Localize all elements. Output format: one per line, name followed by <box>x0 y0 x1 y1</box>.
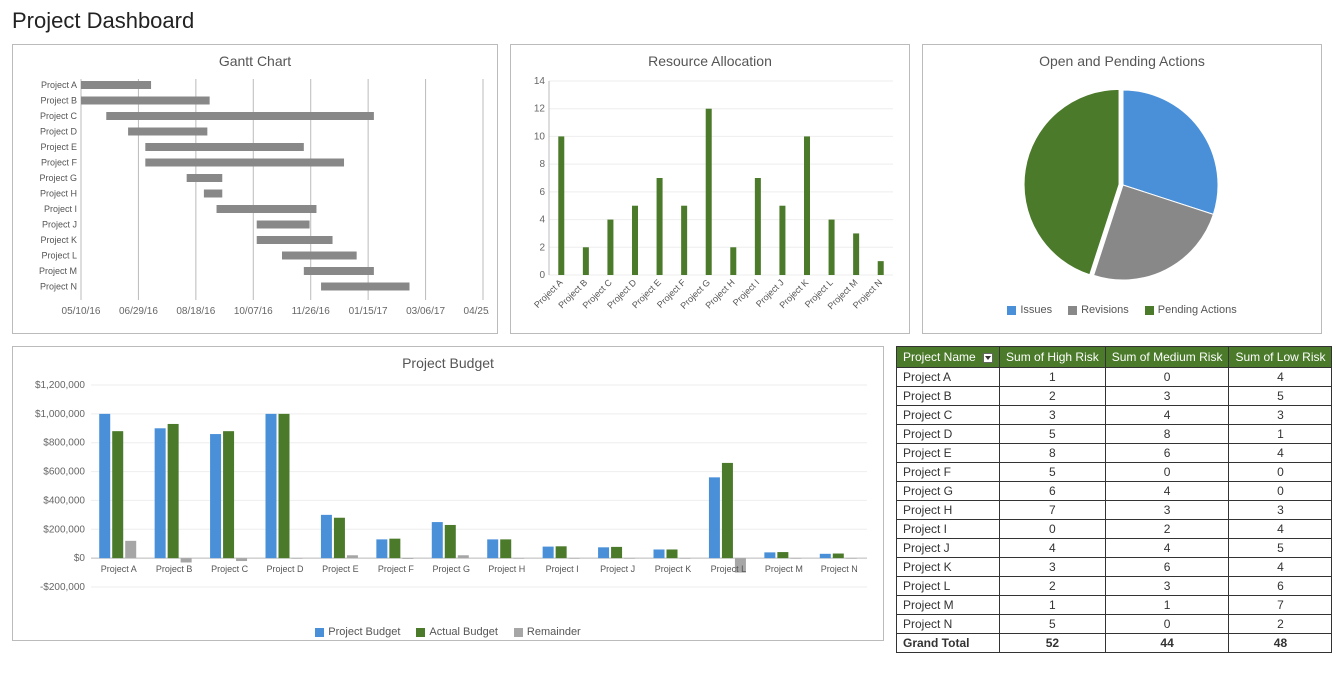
svg-text:08/18/16: 08/18/16 <box>176 306 215 317</box>
svg-text:Project A: Project A <box>101 564 137 574</box>
svg-text:Project K: Project K <box>655 564 692 574</box>
col-project-name[interactable]: Project Name <box>897 347 1000 368</box>
table-row: Project I024 <box>897 520 1332 539</box>
gantt-chart: 05/10/16 06/29/16 08/18/16 10/07/16 11/26/16… <box>23 75 489 325</box>
svg-text:Project I: Project I <box>546 564 579 574</box>
svg-text:Project G: Project G <box>39 173 77 183</box>
legend-item-remainder: Remainder <box>514 626 581 638</box>
svg-text:Project C: Project C <box>40 111 78 121</box>
svg-text:03/06/17: 03/06/17 <box>406 306 445 317</box>
pie-title: Open and Pending Actions <box>933 53 1311 69</box>
svg-text:$200,000: $200,000 <box>43 524 85 535</box>
table-row: Project B235 <box>897 387 1332 406</box>
svg-text:Project E: Project E <box>40 142 77 152</box>
svg-text:Project I: Project I <box>44 204 77 214</box>
svg-text:Project C: Project C <box>211 564 249 574</box>
risk-table-header-row: Project Name Sum of High Risk Sum of Med… <box>897 347 1332 368</box>
table-row: Project N502 <box>897 615 1332 634</box>
svg-text:Project D: Project D <box>40 127 78 137</box>
svg-text:Project M: Project M <box>765 564 803 574</box>
table-row: Project H733 <box>897 501 1332 520</box>
svg-text:Project H: Project H <box>488 564 525 574</box>
svg-text:2: 2 <box>539 242 545 253</box>
resource-title: Resource Allocation <box>521 53 899 69</box>
risk-table: Project Name Sum of High Risk Sum of Med… <box>896 346 1332 653</box>
legend-item-project-budget: Project Budget <box>315 626 400 638</box>
budget-legend: Project Budget Actual Budget Remainder <box>23 626 873 638</box>
svg-text:$800,000: $800,000 <box>43 438 85 449</box>
project-budget-panel: Project Budget -$200,000 $0 $200,000 $400,0… <box>12 346 884 641</box>
svg-text:Project H: Project H <box>40 189 77 199</box>
svg-text:$0: $0 <box>74 553 86 564</box>
svg-text:Project M: Project M <box>39 266 77 276</box>
legend-item-issues: Issues <box>1007 304 1052 316</box>
table-row: Project A104 <box>897 368 1332 387</box>
col-low-risk: Sum of Low Risk <box>1229 347 1332 368</box>
page-title: Project Dashboard <box>12 8 1324 34</box>
svg-text:01/15/17: 01/15/17 <box>349 306 388 317</box>
legend-item-actual-budget: Actual Budget <box>416 626 498 638</box>
svg-text:Project F: Project F <box>378 564 415 574</box>
table-row: Project G640 <box>897 482 1332 501</box>
svg-text:14: 14 <box>534 76 546 87</box>
svg-text:Project D: Project D <box>266 564 304 574</box>
svg-text:11/26/16: 11/26/16 <box>292 306 331 317</box>
svg-text:0: 0 <box>539 270 545 281</box>
pie-legend: Issues Revisions Pending Actions <box>933 304 1311 316</box>
svg-text:04/25/17: 04/25/17 <box>464 306 489 317</box>
table-row: Project E864 <box>897 444 1332 463</box>
resource-chart: 02468101214Project AProject BProject CPr… <box>521 75 901 325</box>
gantt-chart-panel: Gantt Chart 05/10/16 06/29/16 08/18/16 10/0… <box>12 44 498 334</box>
table-row: Project M117 <box>897 596 1332 615</box>
table-row: Project C343 <box>897 406 1332 425</box>
table-row: Project F500 <box>897 463 1332 482</box>
filter-dropdown-icon[interactable] <box>983 353 993 363</box>
budget-chart: -$200,000 $0 $200,000 $400,000 $600,000 $800,… <box>23 377 875 617</box>
svg-text:05/10/16: 05/10/16 <box>62 306 101 317</box>
svg-text:Project N: Project N <box>821 564 858 574</box>
svg-text:10: 10 <box>534 131 546 142</box>
legend-item-revisions: Revisions <box>1068 304 1129 316</box>
col-high-risk: Sum of High Risk <box>1000 347 1106 368</box>
gantt-title: Gantt Chart <box>23 53 487 69</box>
svg-text:Project J: Project J <box>42 220 77 230</box>
svg-text:8: 8 <box>539 159 545 170</box>
col-medium-risk: Sum of Medium Risk <box>1105 347 1229 368</box>
risk-table-panel: Project Name Sum of High Risk Sum of Med… <box>896 346 1324 653</box>
svg-text:-$200,000: -$200,000 <box>40 582 85 593</box>
svg-text:6: 6 <box>539 187 545 198</box>
pending-actions-panel: Open and Pending Actions Issues Revision… <box>922 44 1322 334</box>
table-row-total: Grand Total524448 <box>897 634 1332 653</box>
svg-text:Project J: Project J <box>600 564 635 574</box>
svg-text:4: 4 <box>539 215 545 226</box>
svg-text:Project K: Project K <box>40 235 77 245</box>
svg-text:Project B: Project B <box>156 564 193 574</box>
svg-text:Project F: Project F <box>41 158 78 168</box>
table-row: Project L236 <box>897 577 1332 596</box>
table-row: Project D581 <box>897 425 1332 444</box>
svg-text:Project G: Project G <box>433 564 471 574</box>
legend-item-pending: Pending Actions <box>1145 304 1237 316</box>
svg-text:Project A: Project A <box>41 80 77 90</box>
svg-text:10/07/16: 10/07/16 <box>234 306 273 317</box>
svg-text:06/29/16: 06/29/16 <box>119 306 158 317</box>
svg-text:Project N: Project N <box>40 282 77 292</box>
svg-text:Project E: Project E <box>322 564 359 574</box>
svg-text:$1,000,000: $1,000,000 <box>35 409 85 420</box>
svg-text:Project L: Project L <box>41 251 77 261</box>
svg-text:$400,000: $400,000 <box>43 495 85 506</box>
svg-text:$600,000: $600,000 <box>43 467 85 478</box>
svg-text:$1,200,000: $1,200,000 <box>35 380 85 391</box>
svg-text:Project B: Project B <box>40 96 77 106</box>
resource-allocation-panel: Resource Allocation 02468101214Project A… <box>510 44 910 334</box>
svg-text:12: 12 <box>534 104 546 115</box>
table-row: Project K364 <box>897 558 1332 577</box>
svg-text:Project L: Project L <box>711 564 747 574</box>
budget-title: Project Budget <box>23 355 873 371</box>
table-row: Project J445 <box>897 539 1332 558</box>
pie-chart <box>933 75 1313 295</box>
